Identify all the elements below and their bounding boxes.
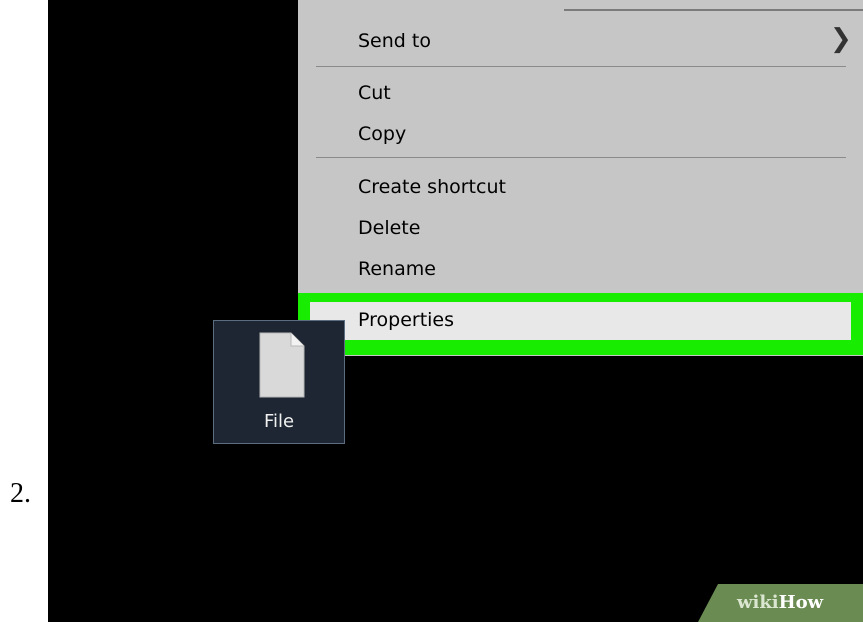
menu-item-delete[interactable]: Delete [358,216,420,240]
menu-item-create-shortcut[interactable]: Create shortcut [358,175,506,199]
watermark-how: How [778,592,824,613]
context-menu: Send to ❯ Cut Copy Create shortcut Delet… [298,0,863,356]
menu-item-send-to[interactable]: Send to [358,29,431,53]
watermark-text: wikiHow [737,592,823,613]
desktop-file[interactable]: File [213,320,345,444]
file-label: File [263,411,295,432]
file-icon [259,332,305,398]
properties-label: Properties [358,309,455,331]
desktop-screenshot: Send to ❯ Cut Copy Create shortcut Delet… [48,0,863,622]
chevron-right-icon: ❯ [830,24,852,54]
menu-item-cut[interactable]: Cut [358,81,391,105]
properties-highlight-box: Properties [298,293,863,355]
menu-separator [316,157,846,158]
menu-top-edge [564,9,863,11]
menu-item-copy[interactable]: Copy [358,122,406,146]
menu-item-rename[interactable]: Rename [358,257,436,281]
menu-separator [316,66,846,67]
menu-item-properties[interactable]: Properties [310,302,851,340]
watermark-wiki: wiki [737,592,779,613]
step-number: 2. [10,478,31,509]
wikihow-watermark: wikiHow [698,584,863,622]
